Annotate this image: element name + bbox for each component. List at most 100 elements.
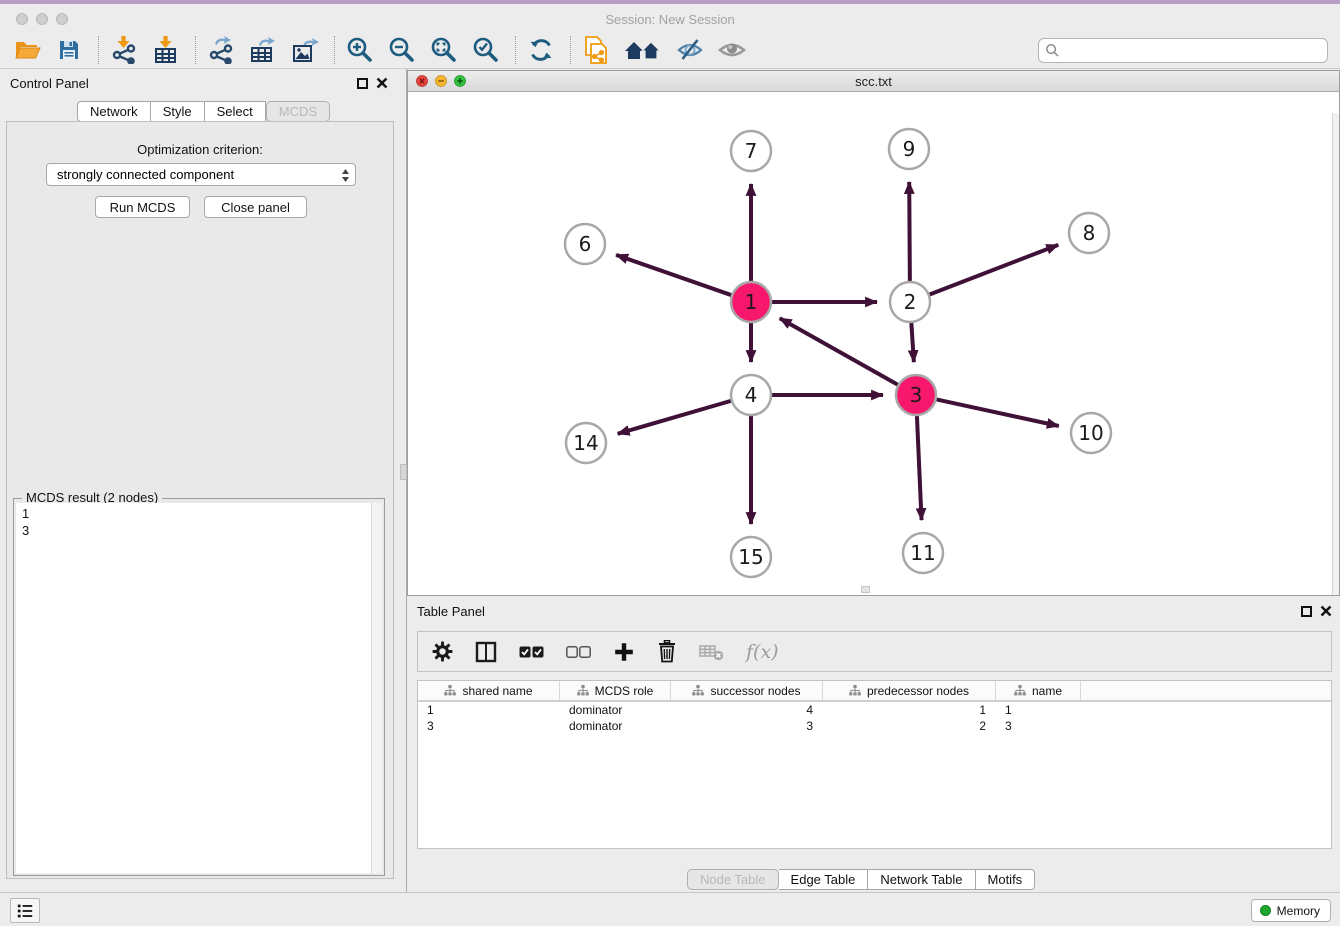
zoom-selected-button[interactable] bbox=[471, 35, 501, 65]
tab-motifs[interactable]: Motifs bbox=[976, 869, 1036, 890]
show-panels-button[interactable] bbox=[717, 35, 747, 65]
column-header-successor-nodes[interactable]: successor nodes bbox=[671, 681, 823, 700]
network-horizontal-scroll-grip[interactable] bbox=[861, 586, 870, 593]
import-table-button[interactable] bbox=[151, 35, 181, 65]
delete-rows-trash-icon[interactable] bbox=[657, 640, 677, 663]
column-header-MCDS-role[interactable]: MCDS role bbox=[560, 681, 671, 700]
column-header-name[interactable]: name bbox=[996, 681, 1081, 700]
zoom-out-button[interactable] bbox=[387, 35, 417, 65]
hierarchy-icon bbox=[577, 685, 589, 696]
network-from-file-button[interactable] bbox=[581, 35, 611, 65]
graph-edge-3-11[interactable] bbox=[917, 416, 922, 520]
tab-style[interactable]: Style bbox=[151, 101, 205, 122]
task-history-button[interactable] bbox=[10, 898, 40, 923]
table-row[interactable]: 1dominator411 bbox=[418, 702, 1331, 718]
graph-node-label-14: 14 bbox=[573, 431, 598, 455]
tab-mcds[interactable]: MCDS bbox=[266, 101, 330, 122]
graph-node-label-11: 11 bbox=[910, 541, 935, 565]
memory-button[interactable]: Memory bbox=[1251, 899, 1331, 922]
export-network-button[interactable] bbox=[206, 35, 236, 65]
graph-edge-2-9[interactable] bbox=[909, 182, 910, 281]
select-all-icon[interactable] bbox=[519, 646, 544, 658]
network-window: scc.txt 7968124314101511 bbox=[407, 70, 1340, 596]
import-network-icon bbox=[110, 36, 138, 64]
add-row-icon[interactable] bbox=[613, 641, 635, 663]
network-graph[interactable]: 7968124314101511 bbox=[408, 92, 1332, 595]
table-row[interactable]: 3dominator323 bbox=[418, 718, 1331, 734]
column-layout-icon[interactable] bbox=[475, 641, 497, 663]
network-window-title: scc.txt bbox=[408, 74, 1339, 89]
cell-successor-nodes: 4 bbox=[671, 702, 823, 718]
graph-edge-3-10[interactable] bbox=[937, 399, 1059, 426]
zoom-in-button[interactable] bbox=[345, 35, 375, 65]
hide-panels-button[interactable] bbox=[675, 35, 705, 65]
session-title: Session: New Session bbox=[0, 12, 1340, 27]
toolbar-separator bbox=[98, 36, 99, 64]
table-panel-tabs: Node TableEdge TableNetwork TableMotifs bbox=[687, 869, 1035, 890]
panel-splitter[interactable] bbox=[400, 69, 407, 894]
table-settings-gear-icon[interactable] bbox=[432, 641, 453, 662]
refresh-icon bbox=[528, 37, 554, 63]
open-folder-icon bbox=[14, 38, 41, 62]
close-panel-button[interactable]: Close panel bbox=[204, 196, 307, 218]
node-table[interactable]: shared nameMCDS rolesuccessor nodesprede… bbox=[417, 680, 1332, 849]
run-mcds-button[interactable]: Run MCDS bbox=[95, 196, 190, 218]
graph-node-label-15: 15 bbox=[738, 545, 763, 569]
export-table-icon bbox=[249, 36, 277, 64]
tab-select[interactable]: Select bbox=[205, 101, 266, 122]
search-box[interactable] bbox=[1038, 38, 1328, 63]
hierarchy-icon bbox=[444, 685, 456, 696]
function-builder-icon[interactable]: f(x) bbox=[746, 641, 779, 663]
zoom-selected-icon bbox=[472, 36, 500, 64]
cell-name: 3 bbox=[996, 718, 1081, 734]
table-panel-header: Table Panel bbox=[407, 602, 1340, 624]
zoom-out-icon bbox=[388, 36, 416, 64]
column-header-shared-name[interactable]: shared name bbox=[418, 681, 560, 700]
export-image-button[interactable] bbox=[290, 35, 320, 65]
tab-node-table[interactable]: Node Table bbox=[687, 869, 779, 890]
save-session-button[interactable] bbox=[54, 35, 84, 65]
graph-edge-3-1[interactable] bbox=[780, 318, 898, 384]
column-header-predecessor-nodes[interactable]: predecessor nodes bbox=[823, 681, 996, 700]
open-session-button[interactable] bbox=[12, 35, 42, 65]
graph-node-label-3: 3 bbox=[910, 383, 923, 407]
graph-edge-2-8[interactable] bbox=[930, 245, 1059, 295]
cell-name: 1 bbox=[996, 702, 1081, 718]
network-canvas[interactable]: 7968124314101511 bbox=[408, 92, 1339, 595]
toolbar-separator bbox=[334, 36, 335, 64]
memory-label: Memory bbox=[1277, 904, 1320, 918]
criterion-select[interactable]: strongly connected component bbox=[46, 163, 356, 186]
network-vertical-scrollbar[interactable] bbox=[1332, 113, 1339, 595]
graph-node-label-8: 8 bbox=[1083, 221, 1096, 245]
export-table-button[interactable] bbox=[248, 35, 278, 65]
cell-MCDS-role: dominator bbox=[560, 702, 671, 718]
import-network-button[interactable] bbox=[109, 35, 139, 65]
refresh-button[interactable] bbox=[526, 35, 556, 65]
tab-network-table[interactable]: Network Table bbox=[868, 869, 975, 890]
close-table-panel-icon[interactable] bbox=[1320, 605, 1332, 617]
network-window-titlebar[interactable]: scc.txt bbox=[408, 71, 1339, 92]
tab-edge-table[interactable]: Edge Table bbox=[779, 869, 869, 890]
mcds-result-area[interactable]: 1 3 bbox=[16, 503, 382, 873]
toolbar-separator bbox=[515, 36, 516, 64]
result-scrollbar[interactable] bbox=[371, 503, 382, 873]
graph-edge-2-3[interactable] bbox=[911, 323, 914, 362]
graph-node-label-9: 9 bbox=[903, 137, 916, 161]
float-panel-icon[interactable] bbox=[357, 78, 368, 89]
tab-network[interactable]: Network bbox=[77, 101, 151, 122]
search-input[interactable] bbox=[1064, 41, 1327, 61]
eye-icon bbox=[717, 37, 747, 63]
table-toolbar: f(x) bbox=[417, 631, 1332, 672]
splitter-grip[interactable] bbox=[400, 464, 407, 480]
zoom-fit-button[interactable] bbox=[429, 35, 459, 65]
graph-node-label-4: 4 bbox=[745, 383, 758, 407]
graph-edge-1-6[interactable] bbox=[616, 255, 731, 295]
float-table-panel-icon[interactable] bbox=[1301, 606, 1312, 617]
deselect-all-icon[interactable] bbox=[566, 646, 591, 658]
graph-node-label-10: 10 bbox=[1078, 421, 1103, 445]
close-panel-icon[interactable] bbox=[376, 77, 388, 89]
table-body: 1dominator4113dominator323 bbox=[418, 702, 1331, 734]
graph-edge-4-14[interactable] bbox=[618, 401, 731, 434]
delete-columns-icon[interactable] bbox=[699, 643, 724, 661]
home-button[interactable] bbox=[623, 35, 663, 65]
